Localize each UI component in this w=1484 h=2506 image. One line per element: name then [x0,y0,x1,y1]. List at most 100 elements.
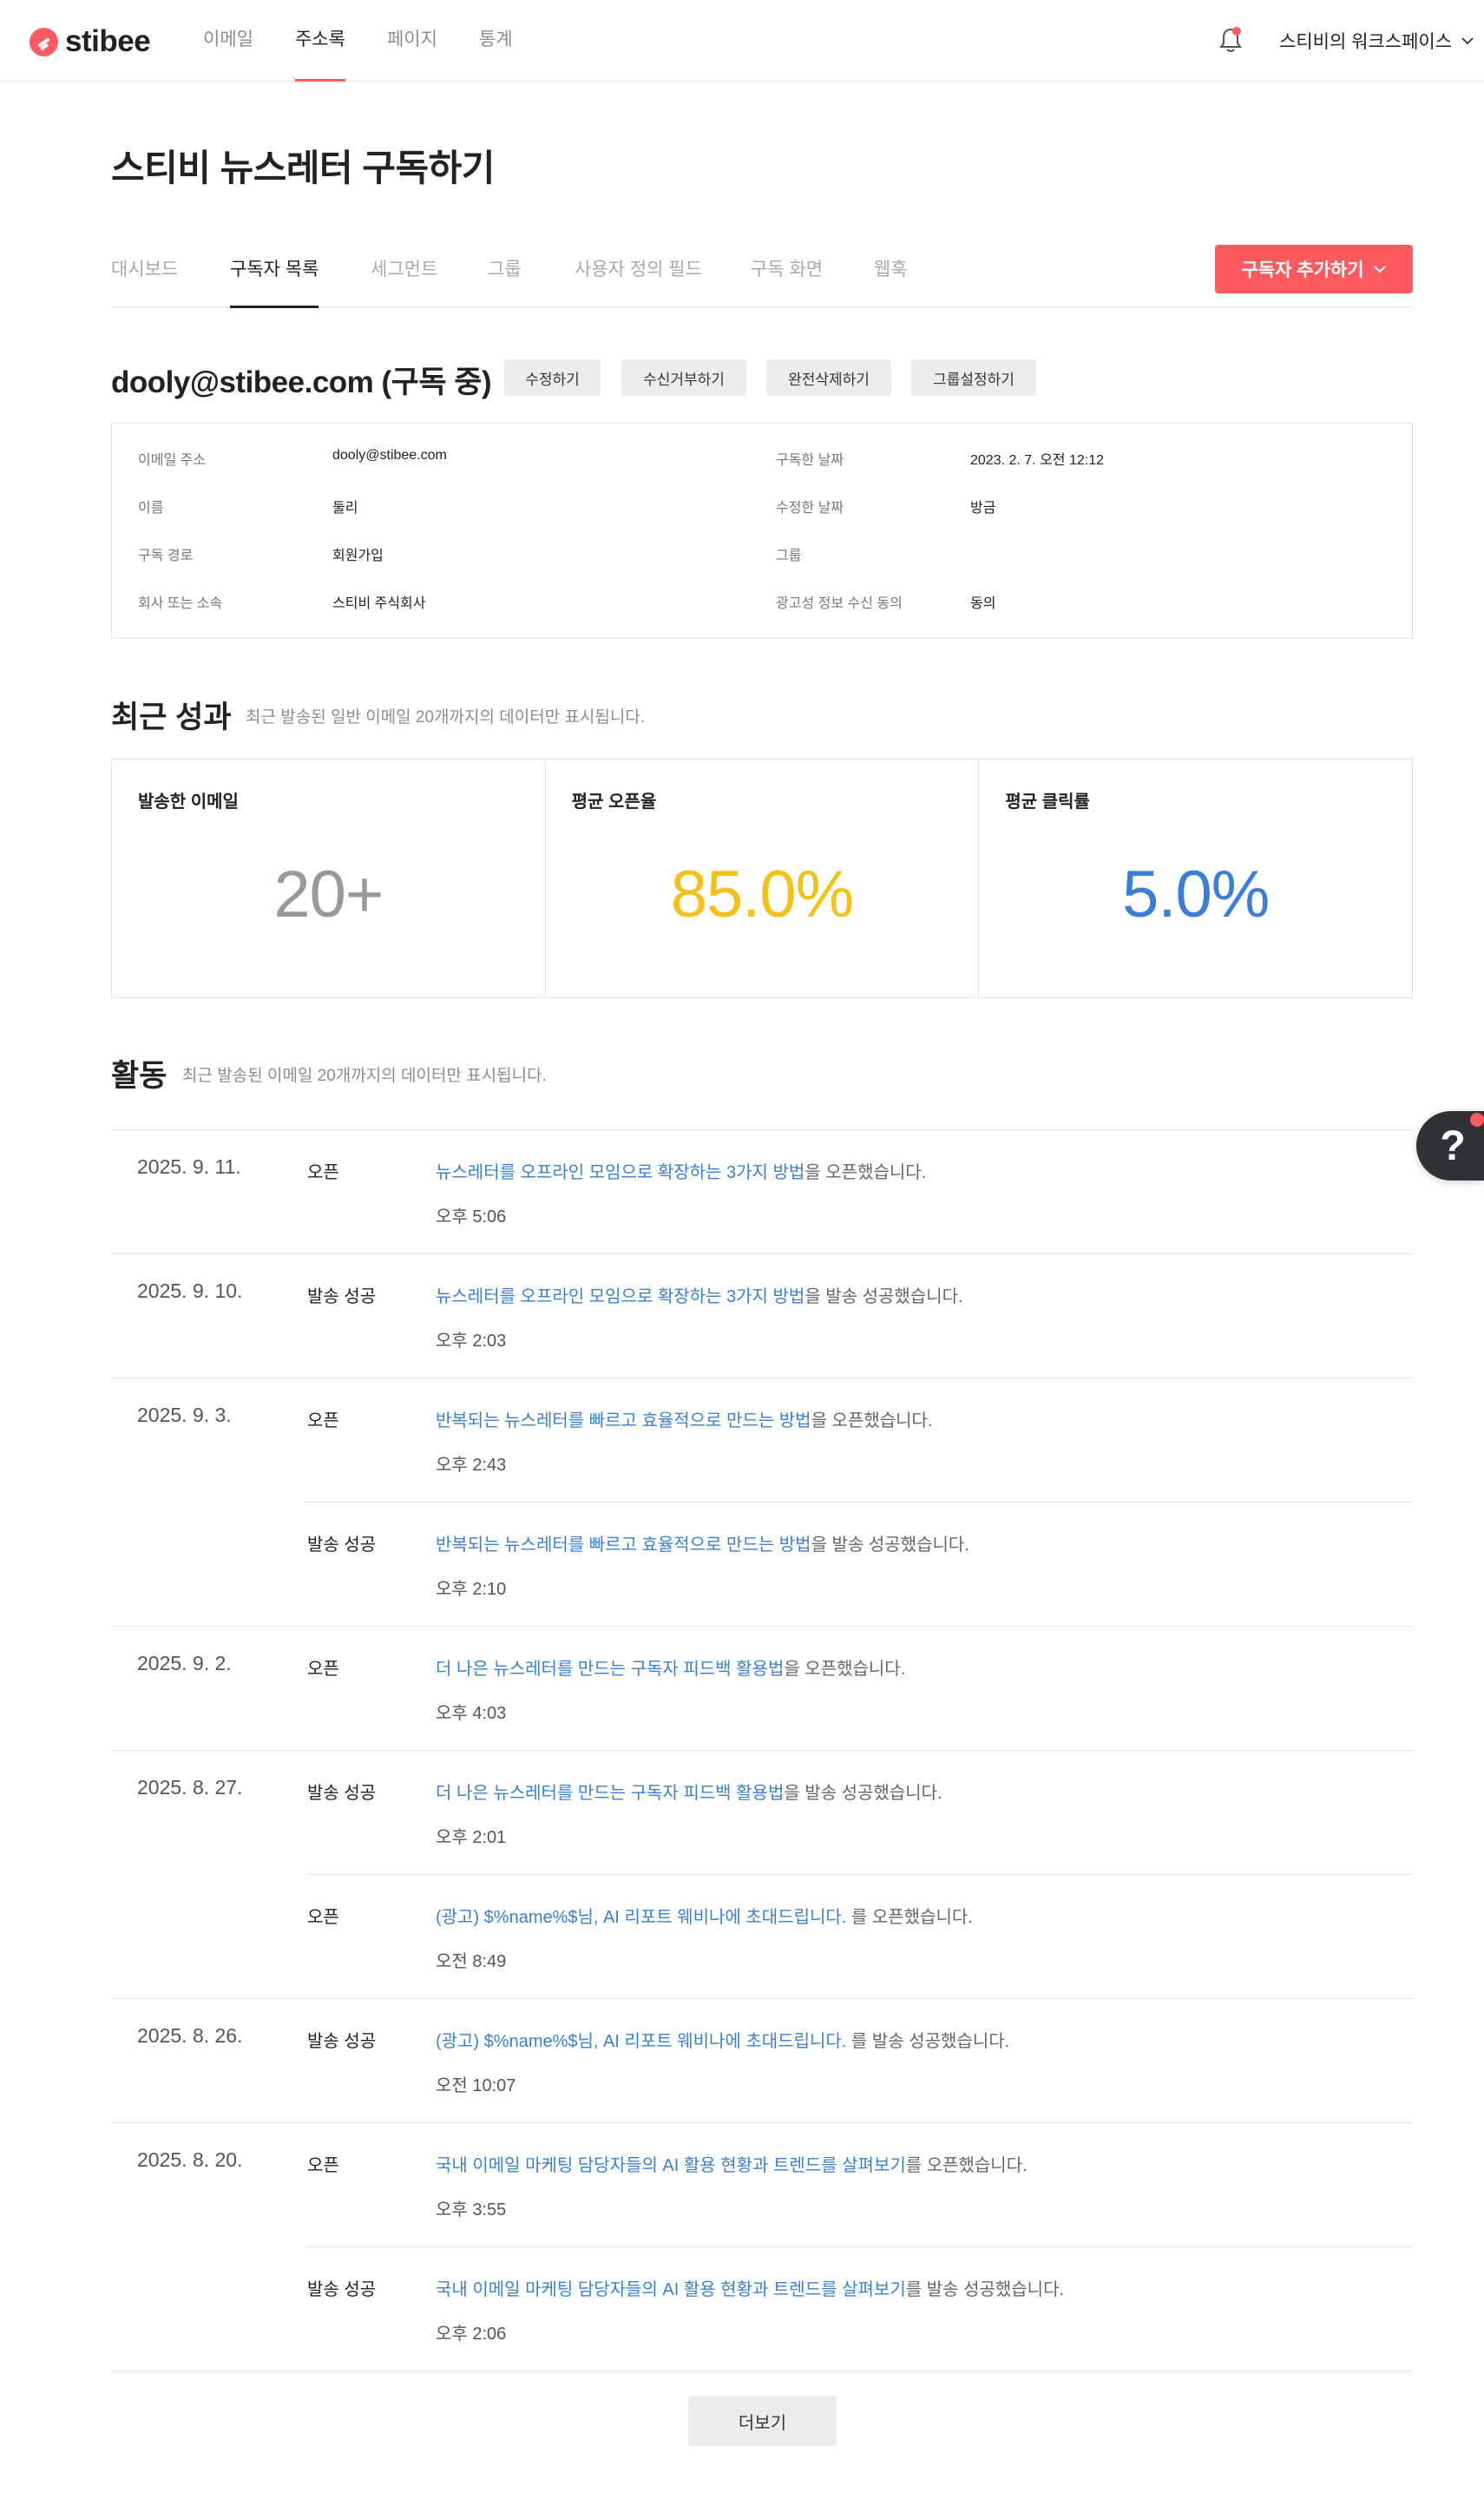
group-settings-button[interactable]: 그룹설정하기 [911,359,1036,396]
activity-email-link[interactable]: 뉴스레터를 오프라인 모임으로 확장하는 3가지 방법 [436,1163,804,1182]
activity-divider [111,2122,1413,2123]
activity-suffix: 를 오픈했습니다. [905,2156,1028,2175]
stat-sent: 발송한 이메일 20+ [112,760,546,997]
info-value-company: 스티비 주식회사 [332,596,426,611]
unsubscribe-button[interactable]: 수신거부하기 [621,359,746,396]
notification-dot [1470,1113,1484,1127]
activity-suffix: 을 오픈했습니다. [804,1163,927,1182]
activity-time: 오후 5:06 [436,1207,507,1227]
activity-email-link[interactable]: 뉴스레터를 오프라인 모임으로 확장하는 3가지 방법 [436,1287,804,1306]
add-subscriber-button[interactable]: 구독자 추가하기 [1215,245,1413,293]
tab-custom-fields[interactable]: 사용자 정의 필드 [575,255,702,307]
activity-date: 2025. 8. 26. [137,2024,243,2047]
activity-email-link[interactable]: 더 나은 뉴스레터를 만드는 구독자 피드백 활용법 [436,1784,784,1803]
activity-type: 발송 성공 [307,2280,377,2299]
tab-segment[interactable]: 세그먼트 [371,255,437,307]
activity-description: (광고) $%name%$님, AI 리포트 웨비나에 초대드립니다. 를 오픈… [436,1903,973,1928]
activity-time: 오후 3:55 [436,2200,507,2220]
tab-webhook[interactable]: 웹훅 [874,255,908,307]
activity-suffix: 을 발송 성공했습니다. [784,1784,942,1803]
nav-item-address-book[interactable]: 주소록 [274,0,366,82]
tab-subscriber-list[interactable]: 구독자 목록 [230,255,319,308]
info-value-email: dooly@stibee.com [332,448,447,463]
activity-divider [306,2246,1413,2247]
stat-sent-value: 20+ [273,858,384,931]
activity-divider [306,1502,1413,1503]
question-mark-icon: ? [1440,1122,1466,1169]
activity-divider [111,1253,1413,1254]
activity-description: 반복되는 뉴스레터를 빠르고 효율적으로 만드는 방법을 오픈했습니다. [436,1406,933,1431]
stat-open-rate-value: 85.0% [670,858,854,931]
info-label-name: 이름 [138,501,164,516]
activity-type: 발송 성공 [307,1287,377,1306]
activity-email-link[interactable]: 반복되는 뉴스레터를 빠르고 효율적으로 만드는 방법 [436,1411,811,1431]
activity-email-link[interactable]: (광고) $%name%$님, AI 리포트 웨비나에 초대드립니다. [436,2032,846,2051]
activity-type: 오픈 [307,1660,339,1679]
activity-time: 오후 2:01 [436,1828,507,1847]
bell-icon[interactable] [1218,26,1244,54]
activity-date: 2025. 9. 2. [137,1652,232,1674]
stat-click-rate: 평균 클릭률 5.0% [979,760,1412,997]
activity-date: 2025. 8. 20. [137,2148,243,2171]
chevron-down-icon [1373,266,1386,273]
activity-description: 뉴스레터를 오프라인 모임으로 확장하는 3가지 방법을 오픈했습니다. [436,1158,926,1183]
top-nav: stibee 이메일 주소록 페이지 통계 스티비의 워크스페이스 [0,0,1484,82]
performance-note: 최근 발송된 일반 이메일 20개까지의 데이터만 표시됩니다. [246,708,646,727]
activity-type: 오픈 [307,1163,339,1182]
activity-time: 오전 8:49 [436,1952,507,1971]
load-more-button[interactable]: 더보기 [688,2396,837,2446]
stat-click-rate-label: 평균 클릭률 [1005,793,1090,812]
activity-suffix: 을 발송 성공했습니다. [811,1536,969,1555]
info-label-email: 이메일 주소 [138,453,207,468]
activity-date: 2025. 9. 11. [137,1155,241,1178]
activity-suffix: 를 발송 성공했습니다. [905,2280,1065,2299]
info-label-ad-consent: 광고성 정보 수신 동의 [776,596,903,611]
activity-date: 2025. 9. 3. [137,1404,232,1426]
main-nav: 이메일 주소록 페이지 통계 [182,0,534,82]
activity-time: 오전 10:07 [436,2076,516,2095]
stat-click-rate-value: 5.0% [1122,858,1270,931]
activity-divider [306,1874,1413,1875]
subscriber-info-box: 이메일 주소 dooly@stibee.com 이름 둘리 구독 경로 회원가입… [111,423,1413,639]
info-value-subscribed-date: 2023. 2. 7. 오전 12:12 [970,453,1104,468]
delete-permanently-button[interactable]: 완전삭제하기 [766,359,891,396]
tab-dashboard[interactable]: 대시보드 [111,255,178,307]
activity-email-link[interactable]: 반복되는 뉴스레터를 빠르고 효율적으로 만드는 방법 [436,1536,811,1555]
activity-divider [111,1750,1413,1751]
info-label-group: 그룹 [776,549,802,563]
logo-text: stibee [65,24,151,58]
info-value-modified-date: 방금 [970,501,996,516]
edit-button[interactable]: 수정하기 [504,359,601,396]
activity-type: 발송 성공 [307,2032,377,2051]
logo[interactable]: stibee [30,24,151,59]
activity-email-link[interactable]: (광고) $%name%$님, AI 리포트 웨비나에 초대드립니다. [436,1908,846,1927]
activity-email-link[interactable]: 더 나은 뉴스레터를 만드는 구독자 피드백 활용법 [436,1660,784,1679]
activity-email-link[interactable]: 국내 이메일 마케팅 담당자들의 AI 활용 현황과 트렌드를 살펴보기 [436,2280,906,2299]
activity-divider [111,1626,1413,1627]
activity-type: 오픈 [307,2156,339,2175]
activity-time: 오후 4:03 [436,1704,507,1723]
activity-description: 더 나은 뉴스레터를 만드는 구독자 피드백 활용법을 발송 성공했습니다. [436,1779,942,1804]
activity-description: 뉴스레터를 오프라인 모임으로 확장하는 3가지 방법을 발송 성공했습니다. [436,1282,963,1307]
workspace-menu[interactable]: 스티비의 워크스페이스 [1279,28,1474,54]
activity-suffix: 을 발송 성공했습니다. [804,1287,963,1306]
activity-email-link[interactable]: 국내 이메일 마케팅 담당자들의 AI 활용 현황과 트렌드를 살펴보기 [436,2156,906,2175]
tab-group[interactable]: 그룹 [488,255,522,307]
info-value-source: 회원가입 [332,549,384,563]
activity-description: (광고) $%name%$님, AI 리포트 웨비나에 초대드립니다. 를 발송… [436,2027,1009,2052]
nav-item-stats[interactable]: 통계 [458,0,534,82]
info-value-name: 둘리 [332,501,358,516]
activity-divider [111,1129,1413,1130]
activity-time: 오후 2:03 [436,1332,507,1351]
activity-type: 발송 성공 [307,1536,377,1555]
activity-description: 더 나은 뉴스레터를 만드는 구독자 피드백 활용법을 오픈했습니다. [436,1654,905,1680]
nav-item-email[interactable]: 이메일 [182,0,274,82]
activity-time: 오후 2:10 [436,1580,507,1599]
info-label-company: 회사 또는 소속 [138,596,223,611]
nav-item-page[interactable]: 페이지 [366,0,458,82]
activity-type: 오픈 [307,1411,339,1431]
tab-subscribe-screen[interactable]: 구독 화면 [751,255,823,307]
stat-open-rate-label: 평균 오픈율 [571,793,657,812]
activity-suffix: 를 발송 성공했습니다. [846,2032,1010,2051]
activity-time: 오후 2:06 [436,2325,507,2344]
